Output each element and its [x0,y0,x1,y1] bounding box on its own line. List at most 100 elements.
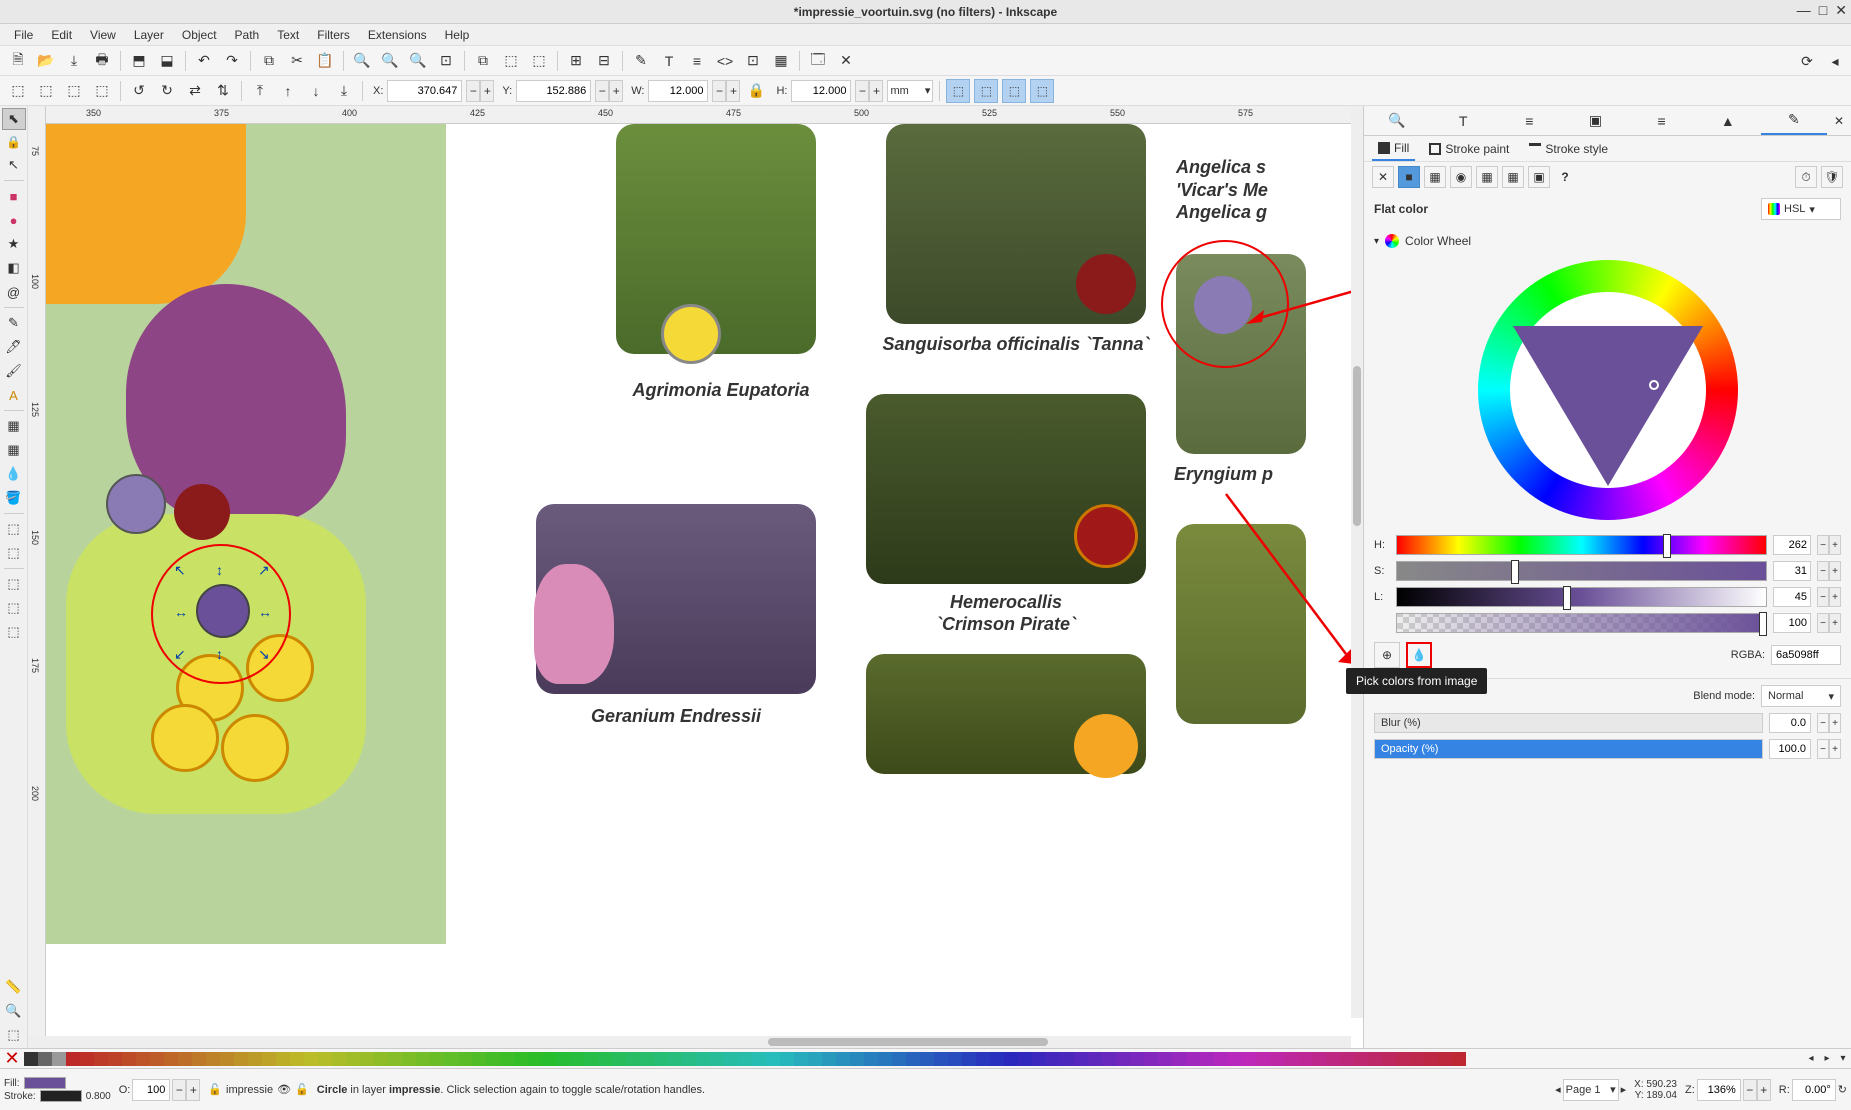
node-tool[interactable]: ↖ [2,154,26,176]
ungroup-icon[interactable]: ⊟ [592,49,616,73]
circle-object[interactable] [221,714,289,782]
pencil-tool[interactable]: ✎ [2,312,26,334]
palette-swatch[interactable] [1410,1052,1424,1066]
sat-slider[interactable] [1396,561,1767,581]
palette-swatch[interactable] [192,1052,206,1066]
menu-filters[interactable]: Filters [309,26,358,44]
layer-lock2-icon[interactable]: 🔓 [295,1083,309,1096]
print-icon[interactable]: 🖶 [90,49,114,73]
panel-tab-transform[interactable]: ▲ [1695,106,1761,135]
palette-swatch[interactable] [136,1052,150,1066]
flip-v-icon[interactable]: ⇅ [211,79,235,103]
sat-input[interactable] [1773,561,1811,581]
palette-swatch[interactable] [206,1052,220,1066]
color-dot[interactable] [1074,504,1138,568]
palette-swatch[interactable] [878,1052,892,1066]
paint-swatch-button[interactable]: ▣ [1528,166,1550,188]
zoom-in-icon[interactable]: 🔍 [350,49,374,73]
menu-object[interactable]: Object [174,26,225,44]
color-dot[interactable] [1074,714,1138,778]
palette-swatch[interactable] [766,1052,780,1066]
layers-icon[interactable]: ≡ [685,49,709,73]
page-prev-button[interactable]: ◂ [1555,1083,1561,1096]
cut-icon[interactable]: ✂ [285,49,309,73]
pick-color-button[interactable]: 💧 [1406,642,1432,668]
palette-swatch[interactable] [528,1052,542,1066]
docprefs-icon[interactable]: ✕ [834,49,858,73]
palette-swatch[interactable] [990,1052,1004,1066]
garden-shape[interactable] [46,124,246,304]
palette-swatch[interactable] [1032,1052,1046,1066]
palette-swatch[interactable] [556,1052,570,1066]
panel-close-button[interactable]: ✕ [1827,106,1851,135]
menu-extensions[interactable]: Extensions [360,26,435,44]
star-tool[interactable]: ★ [2,233,26,255]
palette-swatch[interactable] [360,1052,374,1066]
lpe-tool[interactable]: ⬚ [2,621,26,643]
palette-swatch[interactable] [598,1052,612,1066]
affect-move-button[interactable]: ⬚ [946,79,970,103]
palette-swatch[interactable] [864,1052,878,1066]
clone-icon[interactable]: ⬚ [499,49,523,73]
palette-swatch[interactable] [1354,1052,1368,1066]
w-dec-button[interactable]: − [712,80,726,102]
palette-swatch[interactable] [668,1052,682,1066]
palette-swatch[interactable] [1130,1052,1144,1066]
calligraphy-tool[interactable]: 🖌 [2,360,26,382]
l-inc-button[interactable]: + [1829,587,1841,607]
text-dialog-icon[interactable]: T [657,49,681,73]
copy-icon[interactable]: ⧉ [257,49,281,73]
open-icon[interactable]: 📂 [34,49,58,73]
palette-swatch[interactable] [514,1052,528,1066]
palette-swatch[interactable] [1424,1052,1438,1066]
fill-stroke-icon[interactable]: ✎ [629,49,653,73]
y-input[interactable] [516,80,591,102]
a-dec-button[interactable]: − [1817,613,1829,633]
tweak-tool[interactable]: ⬚ [2,518,26,540]
color-dot[interactable] [1076,254,1136,314]
affect-rotate-button[interactable]: ⬚ [1002,79,1026,103]
palette-swatch[interactable] [570,1052,584,1066]
unit-dropdown[interactable]: mm▾ [887,80,933,102]
h-input[interactable] [791,80,851,102]
palette-swatch[interactable] [654,1052,668,1066]
canvas[interactable]: ↖ ↕ ↗ ↔ ↔ ↙ ↕ ↘ Agrimonia Eupatoria Sang… [46,124,1363,1048]
maximize-button[interactable]: □ [1819,2,1827,19]
palette-swatch[interactable] [892,1052,906,1066]
palette-swatch[interactable] [906,1052,920,1066]
menu-path[interactable]: Path [227,26,268,44]
text-tool[interactable]: A [2,384,26,406]
group-icon[interactable]: ⊞ [564,49,588,73]
mesh-tool[interactable]: ▦ [2,439,26,461]
blend-dropdown[interactable]: Normal▾ [1761,685,1841,707]
spiral-tool[interactable]: @ [2,281,26,303]
paintbucket-tool[interactable]: 🪣 [2,487,26,509]
palette-swatch[interactable] [1200,1052,1214,1066]
rect-tool[interactable]: ■ [2,185,26,207]
panel-tab-fill-stroke[interactable]: ✎ [1761,106,1827,135]
x-input[interactable] [387,80,462,102]
transform-icon[interactable]: ▦ [769,49,793,73]
zoom-page-icon[interactable]: ⊡ [434,49,458,73]
light-input[interactable] [1773,587,1811,607]
blur-inc-button[interactable]: + [1829,713,1841,733]
paint-edit-button[interactable]: 🛡 [1821,166,1843,188]
palette-swatch[interactable] [500,1052,514,1066]
palette-swatch[interactable] [94,1052,108,1066]
palette-swatch[interactable] [1018,1052,1032,1066]
redo-icon[interactable]: ↷ [220,49,244,73]
ruler-horizontal[interactable]: 350 375 400 425 450 475 500 525 550 575 [46,106,1363,124]
palette-swatch[interactable] [976,1052,990,1066]
palette-swatch[interactable] [150,1052,164,1066]
deselect-icon[interactable]: ⬚ [62,79,86,103]
blur-label[interactable]: Blur (%) [1374,713,1763,733]
h-dec-button[interactable]: − [855,80,869,102]
palette-swatch[interactable] [1214,1052,1228,1066]
palette-swatch[interactable] [1438,1052,1452,1066]
palette-swatch[interactable] [220,1052,234,1066]
rotate-ccw-icon[interactable]: ↺ [127,79,151,103]
dropper-tool[interactable]: 💧 [2,463,26,485]
palette-swatch[interactable] [1172,1052,1186,1066]
stroke-paint-tab[interactable]: Stroke paint [1423,138,1515,160]
paint-pattern-button[interactable]: ▦ [1502,166,1524,188]
